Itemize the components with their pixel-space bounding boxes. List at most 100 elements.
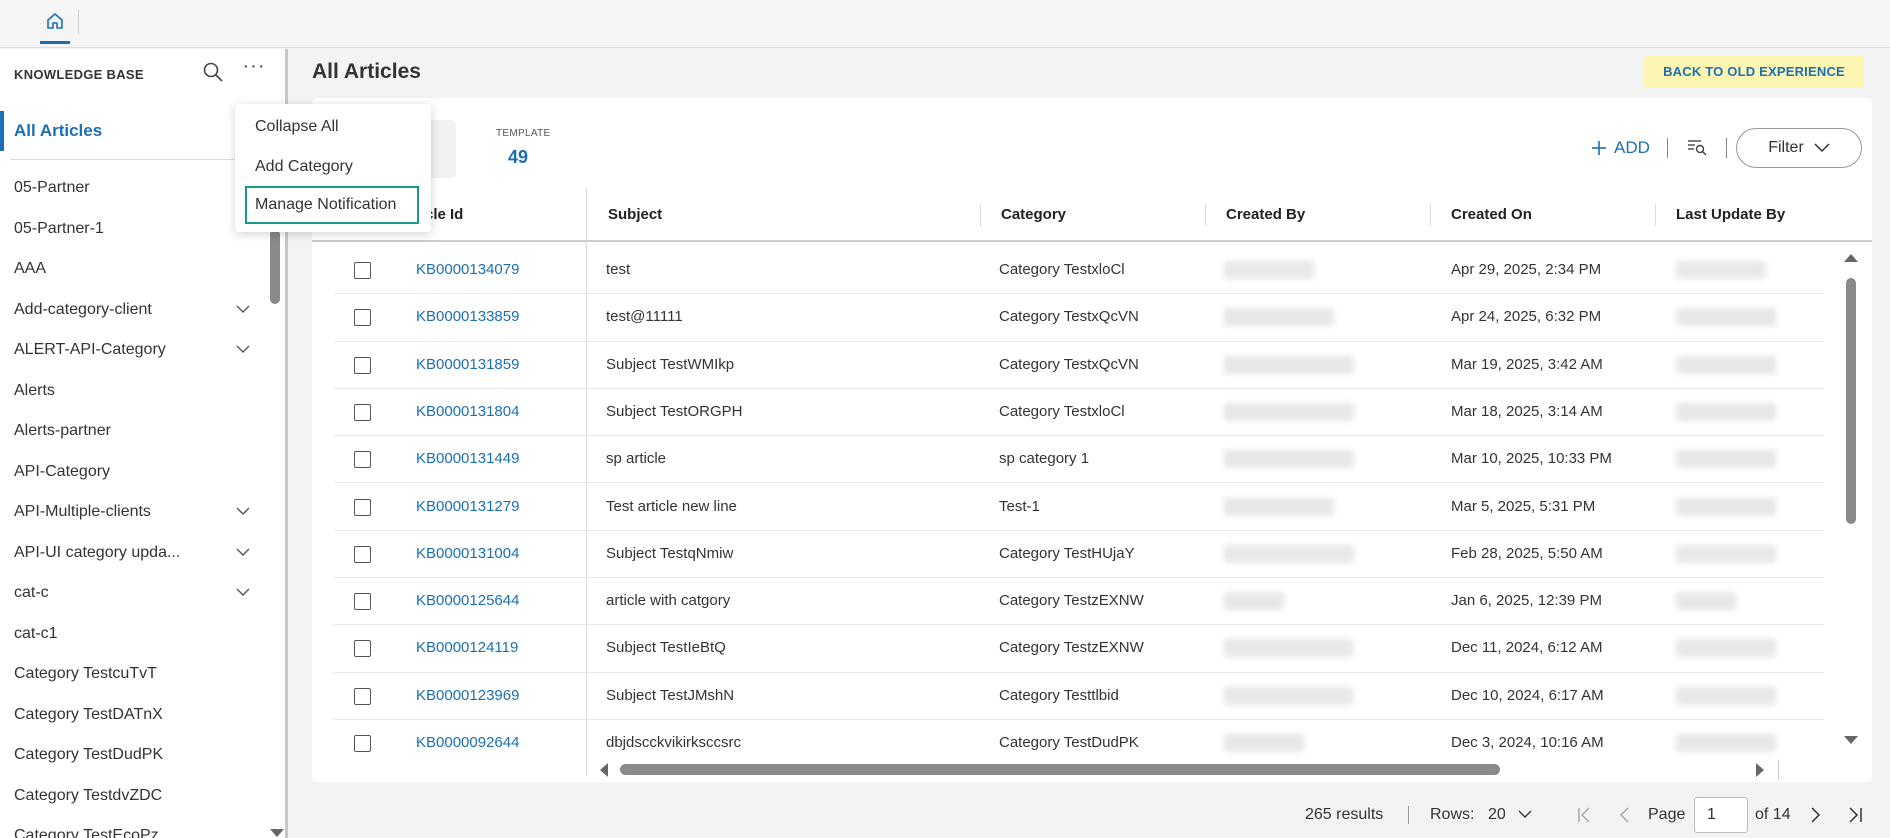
sidebar-category-item[interactable]: 05-Partner: [0, 168, 270, 209]
column-header-subject[interactable]: Subject: [608, 188, 662, 242]
article-id-link[interactable]: KB0000131279: [416, 484, 519, 531]
column-divider: [1430, 204, 1431, 226]
row-checkbox[interactable]: [354, 451, 371, 469]
sidebar-category-item[interactable]: Category TestDudPK: [0, 735, 270, 776]
sidebar-category-item[interactable]: cat-c1: [0, 614, 270, 655]
menu-item-collapse-all[interactable]: Collapse All: [245, 108, 339, 146]
sidebar-category-item[interactable]: API-Category: [0, 452, 270, 493]
article-category: Category TestzEXNW: [999, 639, 1144, 657]
table-scroll-left-icon[interactable]: [600, 763, 608, 777]
template-count[interactable]: 49: [508, 147, 528, 168]
table-row[interactable]: KB0000131279 Test article new line Test-1 M…: [334, 484, 1824, 531]
article-id-link[interactable]: KB0000125644: [416, 578, 519, 625]
chevron-down-icon[interactable]: [236, 506, 250, 516]
column-header-created-by[interactable]: Created By: [1226, 188, 1305, 242]
table-horizontal-scrollbar-thumb[interactable]: [620, 764, 1500, 775]
last-page-icon[interactable]: [1846, 804, 1866, 826]
menu-item-add-category[interactable]: Add Category: [245, 148, 353, 186]
sidebar-category-item[interactable]: Category TestcuTvT: [0, 654, 270, 695]
sidebar-item-all-articles[interactable]: All Articles: [0, 111, 240, 151]
article-subject: dbjdscckvikirksccsrc: [606, 734, 742, 751]
article-id-link[interactable]: KB0000134079: [416, 247, 519, 294]
article-id-link[interactable]: KB0000131004: [416, 531, 519, 578]
article-id-link[interactable]: KB0000131449: [416, 436, 519, 483]
article-id-link[interactable]: KB0000124119: [416, 625, 518, 672]
row-checkbox[interactable]: [354, 735, 371, 752]
page-number-input[interactable]: [1694, 797, 1748, 833]
home-tab[interactable]: [40, 0, 70, 44]
toolbar-divider: [1726, 138, 1727, 158]
previous-page-icon[interactable]: [1616, 804, 1636, 826]
add-button-label: ADD: [1614, 138, 1650, 157]
created-by-redacted: [1224, 497, 1334, 516]
table-row[interactable]: KB0000092644 dbjdscckvikirksccsrc Category…: [334, 720, 1824, 757]
add-button[interactable]: ADD: [1590, 136, 1650, 160]
sidebar-category-item[interactable]: Category TestEcoPz: [0, 816, 270, 838]
row-checkbox[interactable]: [354, 498, 371, 516]
sidebar-category-item[interactable]: AAA: [0, 249, 270, 290]
article-created-on: Mar 18, 2025, 3:14 AM: [1451, 402, 1603, 420]
next-page-icon[interactable]: [1806, 804, 1826, 826]
search-icon[interactable]: [202, 61, 226, 85]
row-checkbox[interactable]: [354, 356, 371, 374]
article-id-link[interactable]: KB0000133859: [416, 294, 519, 341]
more-options-icon[interactable]: ···: [242, 56, 266, 83]
sidebar-scroll-down-icon[interactable]: [270, 829, 284, 837]
article-created-on: Apr 24, 2025, 6:32 PM: [1451, 308, 1602, 326]
sidebar-category-item[interactable]: API-UI category upda...: [0, 533, 270, 574]
filter-button[interactable]: Filter: [1736, 128, 1862, 168]
table-row[interactable]: KB0000133859 test@11111 Category TestxQcVN…: [334, 294, 1824, 342]
sidebar-category-item[interactable]: API-Multiple-clients: [0, 492, 270, 533]
row-checkbox[interactable]: [354, 593, 371, 611]
row-checkbox[interactable]: [354, 640, 371, 658]
sidebar-category-item[interactable]: Alerts: [0, 371, 270, 412]
back-to-old-experience-button[interactable]: BACK TO OLD EXPERIENCE: [1644, 56, 1864, 88]
first-page-icon[interactable]: [1576, 804, 1596, 826]
table-row[interactable]: KB0000131004 Subject TestqNmiw Category Te…: [334, 531, 1824, 579]
article-id-link[interactable]: KB0000123969: [416, 673, 519, 720]
column-header-last-update-by[interactable]: Last Update By: [1676, 188, 1785, 242]
rows-per-page-select[interactable]: 20: [1488, 804, 1532, 826]
chevron-down-icon[interactable]: [236, 587, 250, 597]
search-list-icon[interactable]: [1686, 136, 1710, 160]
table-scroll-right-icon[interactable]: [1756, 763, 1764, 777]
table-row[interactable]: KB0000134079 test Category TestxloCl Apr 29…: [334, 247, 1824, 295]
sidebar-scrollbar-thumb[interactable]: [270, 229, 280, 304]
sidebar-category-item[interactable]: Category TestDATnX: [0, 695, 270, 736]
column-header-created-on[interactable]: Created On: [1451, 188, 1532, 242]
created-by-redacted: [1224, 734, 1304, 752]
row-checkbox[interactable]: [354, 262, 371, 279]
table-row[interactable]: KB0000125644 article with catgory Category…: [334, 578, 1824, 626]
row-checkbox[interactable]: [354, 545, 371, 563]
article-id-link[interactable]: KB0000092644: [416, 720, 519, 757]
sidebar-category-item[interactable]: Add-category-client: [0, 290, 270, 331]
menu-item-manage-notification[interactable]: Manage Notification: [245, 186, 419, 224]
sidebar-category-item[interactable]: Alerts-partner: [0, 411, 270, 452]
article-subject: Subject TestIeBtQ: [606, 639, 726, 657]
scrollbar-divider: [1778, 760, 1779, 780]
table-scroll-down-icon[interactable]: [1844, 736, 1858, 744]
column-header-category[interactable]: Category: [1001, 188, 1066, 242]
chevron-down-icon[interactable]: [236, 304, 250, 314]
row-checkbox[interactable]: [354, 309, 371, 327]
table-row[interactable]: KB0000123969 Subject TestJMshN Category Te…: [334, 673, 1824, 720]
table-row[interactable]: KB0000124119 Subject TestIeBtQ Category Te…: [334, 625, 1824, 673]
article-id-link[interactable]: KB0000131859: [416, 342, 519, 389]
table-scroll-up-icon[interactable]: [1844, 254, 1858, 262]
chevron-down-icon[interactable]: [236, 547, 250, 557]
chevron-down-icon[interactable]: [236, 344, 250, 354]
sidebar-category-item[interactable]: Category TestdvZDC: [0, 776, 270, 817]
sidebar-category-item[interactable]: cat-c: [0, 573, 270, 614]
row-checkbox[interactable]: [354, 403, 371, 421]
sidebar-category-item[interactable]: 05-Partner-1: [0, 209, 270, 250]
row-checkbox[interactable]: [354, 687, 371, 705]
sidebar-category-item[interactable]: ALERT-API-Category: [0, 330, 270, 371]
article-created-on: Feb 28, 2025, 5:50 AM: [1451, 544, 1603, 562]
table-row[interactable]: KB0000131859 Subject TestWMIkp Category Te…: [334, 342, 1824, 389]
table-row[interactable]: KB0000131449 sp article sp category 1 Mar 1…: [334, 436, 1824, 484]
table-vertical-scrollbar-thumb[interactable]: [1846, 278, 1856, 524]
article-id-link[interactable]: KB0000131804: [416, 389, 519, 436]
sidebar-category-label: Category TestDudPK: [14, 746, 164, 763]
table-row[interactable]: KB0000131804 Subject TestORGPH Category Te…: [334, 389, 1824, 437]
toolbar-divider: [1667, 138, 1668, 158]
